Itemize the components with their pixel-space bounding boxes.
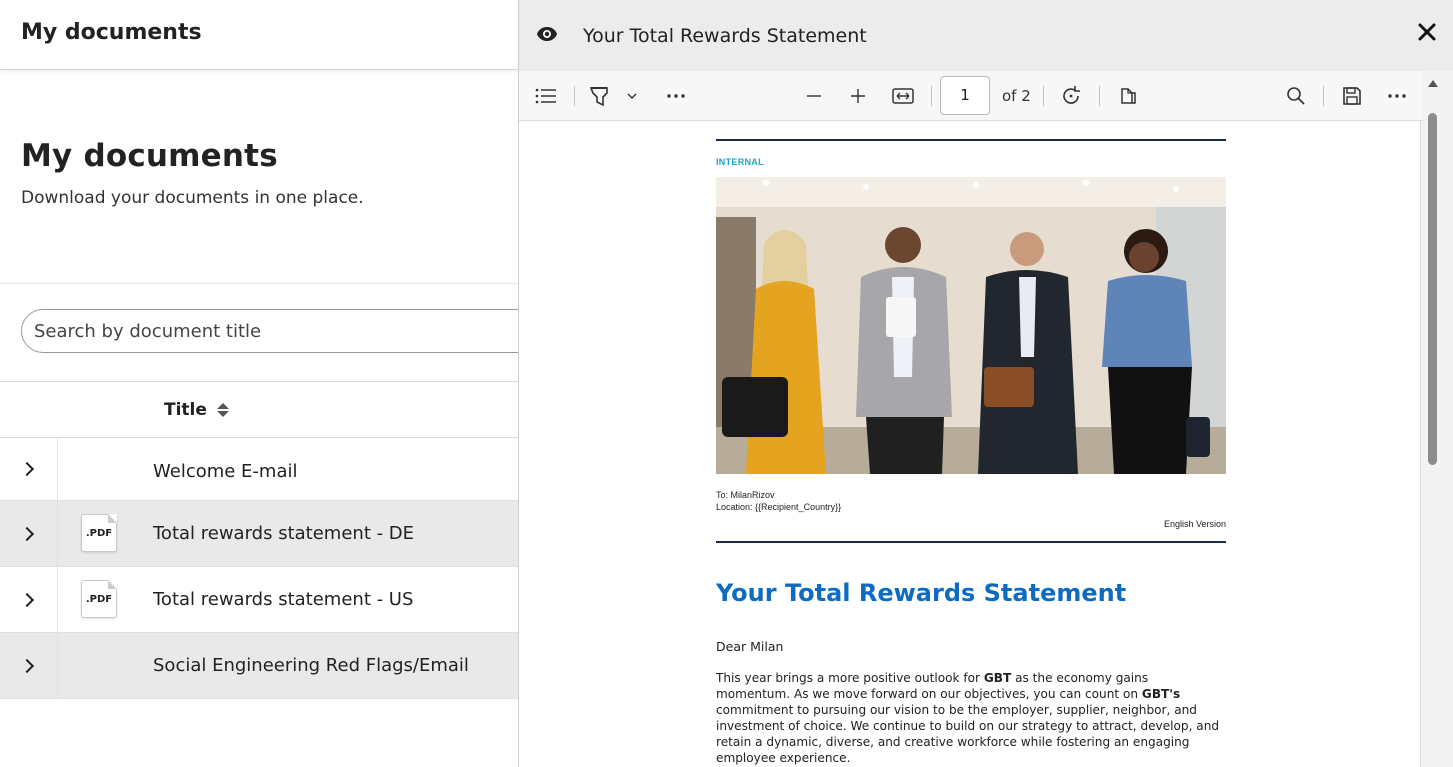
table-row[interactable]: Welcome E-mail — [0, 438, 519, 501]
scroll-up-arrow[interactable] — [1428, 80, 1438, 87]
pdf-page-canvas: INTERNAL To: MilanRizov Location: {{Reci… — [519, 121, 1421, 767]
toolbar-divider — [1323, 86, 1324, 106]
language-label: English Version — [1163, 519, 1226, 529]
para-text: commitment to pursuing our vision to be … — [716, 703, 1220, 765]
close-icon[interactable] — [1417, 22, 1437, 47]
recipient-to: To: MilanRizov — [716, 490, 775, 500]
pdf-toolbar: 1 of 2 — [519, 71, 1436, 121]
intro-paragraph: This year brings a more positive outlook… — [716, 670, 1226, 766]
document-title-link[interactable]: Total rewards statement - US — [153, 589, 413, 610]
expand-row-button[interactable] — [0, 567, 58, 632]
recipient-meta: To: MilanRizov Location: {{Recipient_Cou… — [716, 489, 1226, 513]
document-title-link[interactable]: Total rewards statement - DE — [153, 523, 414, 544]
para-bold: GBT's — [1141, 687, 1181, 701]
chevron-right-icon — [19, 658, 34, 673]
page-total-label: of 2 — [1002, 87, 1031, 105]
classification-label: INTERNAL — [716, 157, 764, 167]
chevron-down-icon[interactable] — [625, 84, 639, 108]
highlight-icon[interactable] — [588, 84, 610, 108]
eye-icon — [536, 26, 558, 47]
toolbar-divider — [931, 86, 932, 106]
document-title-link[interactable]: Social Engineering Red Flags/Email — [153, 655, 469, 676]
toolbar-divider — [1099, 86, 1100, 106]
page-subtitle: Download your documents in one place. — [21, 188, 364, 208]
greeting: Dear Milan — [716, 639, 784, 654]
zoom-out-icon[interactable] — [803, 84, 825, 108]
top-rule — [716, 139, 1226, 141]
toolbar-divider — [1043, 86, 1044, 106]
chevron-right-icon — [19, 592, 34, 607]
app-header-title: My documents — [21, 20, 202, 45]
pdf-viewer-panel: Your Total Rewards Statement 1 of 2 INTE… — [518, 0, 1453, 767]
chevron-right-icon — [19, 461, 34, 477]
pdf-file-icon: .PDF — [81, 514, 117, 552]
search-box[interactable] — [21, 309, 519, 353]
app-header: My documents — [0, 0, 519, 70]
page-view-icon[interactable] — [1116, 84, 1140, 108]
viewer-title: Your Total Rewards Statement — [583, 25, 867, 47]
document-title-link[interactable]: Welcome E-mail — [153, 461, 298, 482]
table-row[interactable]: .PDF Total rewards statement - US — [0, 567, 519, 633]
table-row[interactable]: Social Engineering Red Flags/Email — [0, 633, 519, 699]
zoom-in-icon[interactable] — [847, 84, 869, 108]
document-heading: Your Total Rewards Statement — [716, 579, 1127, 607]
contents-icon[interactable] — [534, 84, 558, 108]
pdf-page: INTERNAL To: MilanRizov Location: {{Reci… — [716, 139, 1226, 766]
pdf-file-label: .PDF — [85, 593, 113, 605]
sort-icon[interactable] — [216, 403, 229, 417]
expand-row-button[interactable] — [0, 438, 58, 500]
chevron-right-icon — [19, 526, 34, 541]
page-hero: My documents Download your documents in … — [0, 70, 519, 284]
recipient-location: Location: {{Recipient_Country}} — [716, 502, 842, 512]
cover-photo — [716, 177, 1226, 474]
more-options-icon[interactable] — [1385, 84, 1409, 108]
search-icon[interactable] — [1284, 84, 1308, 108]
more-icon[interactable] — [664, 84, 688, 108]
page-number-input[interactable]: 1 — [940, 76, 990, 115]
expand-row-button[interactable] — [0, 501, 58, 566]
para-text: This year brings a more positive outlook… — [716, 671, 984, 685]
rotate-icon[interactable] — [1059, 84, 1083, 108]
fit-width-icon[interactable] — [891, 84, 915, 108]
documents-pane: My documents My documents Download your … — [0, 0, 519, 767]
scrollbar-thumb[interactable] — [1428, 113, 1437, 465]
column-title-label: Title — [164, 400, 207, 420]
expand-row-button[interactable] — [0, 633, 58, 698]
documents-table: Title Welcome E-mail .PDF Total rewards … — [0, 381, 519, 699]
para-bold: GBT — [983, 671, 1012, 685]
table-row[interactable]: .PDF Total rewards statement - DE — [0, 501, 519, 567]
viewer-header: Your Total Rewards Statement — [519, 0, 1453, 71]
divider-rule — [716, 541, 1226, 543]
pdf-file-label: .PDF — [85, 527, 113, 539]
page-title: My documents — [21, 138, 278, 174]
toolbar-divider — [574, 86, 575, 106]
save-icon[interactable] — [1340, 84, 1364, 108]
cover-photo-illustration — [716, 177, 1226, 474]
column-header-title[interactable]: Title — [164, 400, 229, 420]
search-input[interactable] — [34, 320, 519, 342]
table-header: Title — [0, 381, 519, 438]
pdf-file-icon: .PDF — [81, 580, 117, 618]
